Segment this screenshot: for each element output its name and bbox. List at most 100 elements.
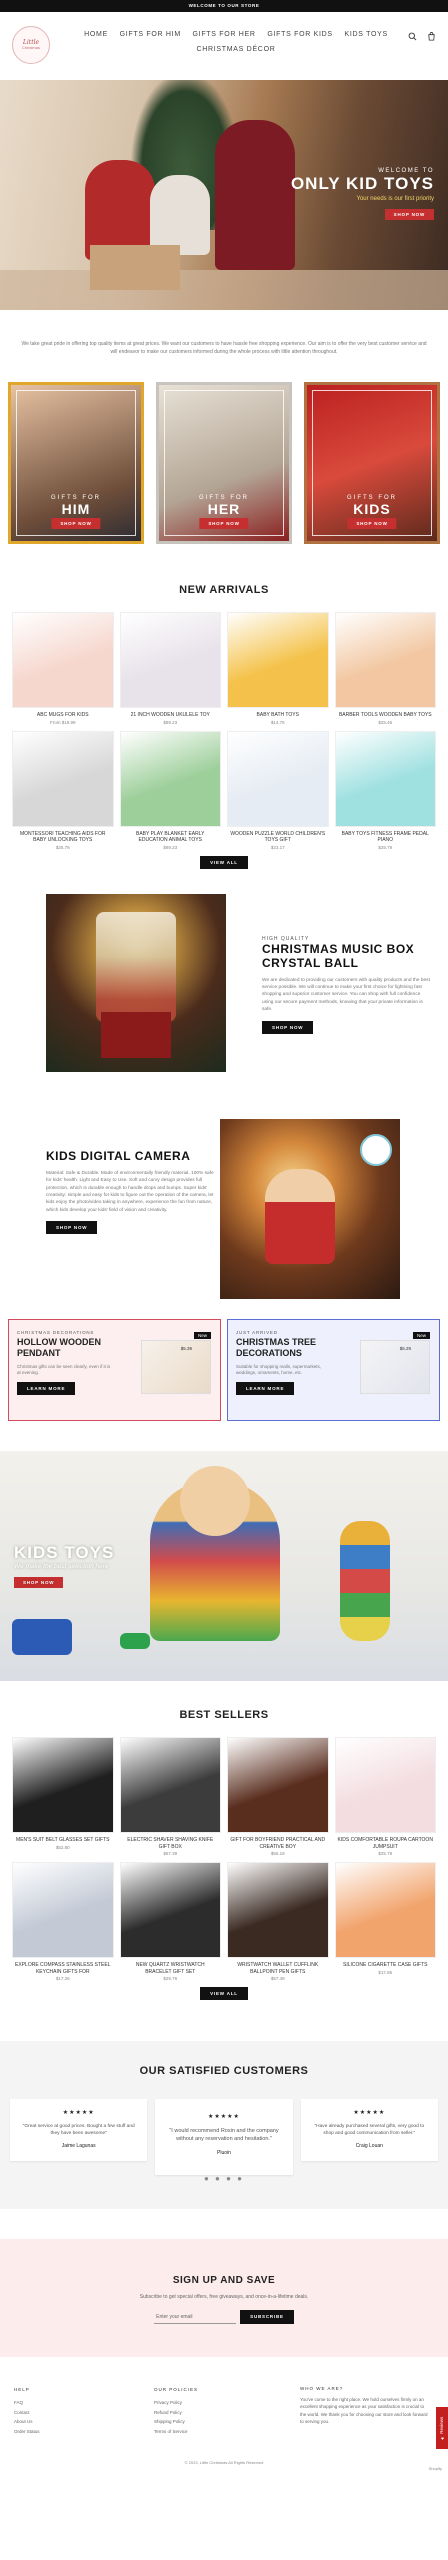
product-card[interactable]: GIFT FOR BOYFRIEND PRACTICAL AND CREATIV…	[227, 1737, 329, 1856]
product-image[interactable]	[119, 612, 221, 708]
product-card[interactable]: MEN'S SUIT BELT GLASSES SET GIFTS $52.80	[12, 1737, 114, 1856]
footer-link-contact[interactable]: Contact	[14, 2408, 154, 2417]
product-image[interactable]	[12, 730, 114, 827]
gift-her-shop-button[interactable]: SHOP NOW	[199, 518, 249, 529]
product-image[interactable]	[334, 612, 436, 708]
nav-gifts-kids[interactable]: GIFTS FOR KIDS	[267, 31, 332, 38]
product-name[interactable]: NEW QUARTZ WRISTWATCH BRACELET GIFT SET	[120, 1962, 222, 1975]
camera-feature: KIDS DIGITAL CAMERA Material: Safe & Dur…	[0, 1119, 448, 1319]
product-image[interactable]	[12, 1862, 114, 1958]
product-card[interactable]: NEW QUARTZ WRISTWATCH BRACELET GIFT SET $…	[119, 1862, 222, 1981]
product-card[interactable]: MONTESSORI TEACHING AIDS FOR BABY UNLOCK…	[12, 730, 114, 850]
product-name[interactable]: GIFT FOR BOYFRIEND PRACTICAL AND CREATIV…	[227, 1837, 329, 1850]
nav-gifts-her[interactable]: GIFTS FOR HER	[193, 31, 256, 38]
product-name[interactable]: MONTESSORI TEACHING AIDS FOR BABY UNLOCK…	[12, 831, 114, 844]
footer-about-title: WHO WE ARE?	[300, 2386, 344, 2391]
email-input[interactable]	[154, 2310, 237, 2324]
footer-link-privacy[interactable]: Privacy Policy	[154, 2398, 300, 2407]
hero-shop-now-button[interactable]: SHOP NOW	[384, 209, 434, 220]
product-price: $67.39	[163, 1851, 178, 1856]
footer-link-about[interactable]: About Us	[14, 2417, 154, 2426]
product-image[interactable]	[227, 1862, 329, 1958]
gift-him-shop-button[interactable]: SHOP NOW	[51, 518, 101, 529]
product-name[interactable]: WRISTWATCH WALLET CUFFLINK BALLPOINT PEN…	[227, 1962, 329, 1975]
gift-categories: GIFTS FOR HIM SHOP NOW GIFTS FOR HER SHO…	[0, 382, 448, 544]
footer-link-order-status[interactable]: Order Status	[14, 2427, 154, 2436]
hero-mother-image	[215, 120, 295, 270]
product-image[interactable]	[227, 1737, 329, 1833]
product-name[interactable]: ELECTRIC SHAVER SHAVING KNIFE GIFT BOX	[120, 1837, 222, 1850]
product-name[interactable]: WOODEN PUZZLE WORLD CHILDREN'S TOYS GIFT	[227, 831, 329, 844]
nav-kids-toys[interactable]: KIDS TOYS	[344, 31, 387, 38]
product-card[interactable]: BABY BATH TOYS $14.76	[227, 612, 329, 725]
product-image[interactable]	[334, 1737, 436, 1833]
footer-link-shipping[interactable]: Shipping Policy	[154, 2417, 300, 2426]
footer-link-terms[interactable]: Terms of Service	[154, 2427, 300, 2436]
rating-stars: ★★★★★	[62, 2110, 95, 2116]
product-card[interactable]: BABY PLAY BLANKET EARLY EDUCATION ANIMAL…	[119, 730, 222, 850]
product-image[interactable]	[12, 1737, 114, 1833]
subscribe-button[interactable]: SUBSCRIBE	[240, 2310, 294, 2324]
camera-product-circle	[360, 1134, 392, 1166]
product-name[interactable]: 21 INCH WOODEN UKULELE TOY	[120, 712, 222, 719]
product-card[interactable]: EXPLORE COMPASS STAINLESS STEEL KEYCHAIN…	[12, 1862, 114, 1981]
product-name[interactable]: ABC MUGS FOR KIDS	[12, 712, 114, 719]
product-card[interactable]: ELECTRIC SHAVER SHAVING KNIFE GIFT BOX $6…	[119, 1737, 222, 1856]
product-name[interactable]: BARBER TOOLS WOODEN BABY TOYS	[335, 712, 437, 719]
footer-link-faq[interactable]: FAQ	[14, 2398, 154, 2407]
pendant-image	[141, 1340, 211, 1394]
product-card[interactable]: BABY TOYS FITNESS FRAME PEDAL PIANO $25.7…	[334, 730, 437, 850]
nav-gifts-him[interactable]: GIFTS FOR HIM	[120, 31, 181, 38]
product-card[interactable]: ABC MUGS FOR KIDS From $19.99	[12, 612, 114, 725]
promo-cards: CHRISTMAS DECORATIONS HOLLOW WOODEN PEND…	[0, 1319, 448, 1421]
best-sellers-view-all-button[interactable]: VIEW ALL	[200, 1987, 248, 2000]
product-card[interactable]: WRISTWATCH WALLET CUFFLINK BALLPOINT PEN…	[227, 1862, 329, 1981]
product-image[interactable]	[12, 612, 114, 708]
new-arrivals-section: NEW ARRIVALS ABC MUGS FOR KIDS From $19.9…	[0, 544, 448, 879]
product-image[interactable]	[227, 730, 329, 827]
music-box-shop-button[interactable]: SHOP NOW	[262, 1020, 314, 1034]
nav-home[interactable]: HOME	[84, 31, 108, 38]
shopify-badge[interactable]: Shopify	[429, 2466, 442, 2471]
gift-kids-shop-button[interactable]: SHOP NOW	[347, 518, 397, 529]
product-name[interactable]: SILICONE CIGARETTE CASE GIFTS	[335, 1962, 437, 1969]
product-image[interactable]	[334, 730, 436, 827]
gift-card-her[interactable]: GIFTS FOR HER SHOP NOW	[156, 382, 292, 544]
product-card[interactable]: KIDS COMFORTABLE ROUPA CARTOON JUMPSUIT $…	[334, 1737, 437, 1856]
store-logo[interactable]: Little Christmas	[12, 26, 50, 64]
toys-banner-title: KIDS TOYS	[14, 1543, 115, 1562]
product-card[interactable]: 21 INCH WOODEN UKULELE TOY $89.23	[119, 612, 222, 725]
product-name[interactable]: BABY BATH TOYS	[227, 712, 329, 719]
toys-banner-shop-button[interactable]: SHOP NOW	[14, 1577, 64, 1588]
search-icon[interactable]	[408, 32, 417, 43]
music-box-image	[46, 894, 226, 1072]
product-card[interactable]: SILICONE CIGARETTE CASE GIFTS $17.86	[334, 1862, 437, 1981]
product-price: $89.23	[163, 844, 178, 850]
product-price: $52.80	[55, 1844, 70, 1850]
product-image[interactable]	[227, 612, 329, 708]
product-name[interactable]: EXPLORE COMPASS STAINLESS STEEL KEYCHAIN…	[12, 1962, 114, 1975]
camera-shop-button[interactable]: SHOP NOW	[46, 1221, 98, 1235]
carousel-dots[interactable]: ● ● ● ●	[0, 2174, 448, 2183]
cart-icon[interactable]	[427, 32, 436, 43]
product-image[interactable]	[119, 730, 221, 827]
product-name[interactable]: KIDS COMFORTABLE ROUPA CARTOON JUMPSUIT	[335, 1837, 437, 1850]
gift-card-him[interactable]: GIFTS FOR HIM SHOP NOW	[8, 382, 144, 544]
product-name[interactable]: MEN'S SUIT BELT GLASSES SET GIFTS	[12, 1837, 114, 1844]
music-box-feature: HIGH QUALITY CHRISTMAS MUSIC BOX CRYSTAL…	[0, 894, 448, 1119]
reviews-tab[interactable]: ★ Reviews	[436, 2407, 448, 2449]
footer-link-refund[interactable]: Refund Policy	[154, 2408, 300, 2417]
new-arrivals-view-all-button[interactable]: VIEW ALL	[200, 855, 248, 869]
nav-christmas-decor[interactable]: CHRISTMAS DÉCOR	[197, 46, 276, 53]
gift-card-kids[interactable]: GIFTS FOR KIDS SHOP NOW	[304, 382, 440, 544]
promo-pendant-learn-more-button[interactable]: LEARN MORE	[17, 1382, 76, 1396]
product-image[interactable]	[119, 1862, 221, 1958]
product-name[interactable]: BABY TOYS FITNESS FRAME PEDAL PIANO	[335, 831, 437, 844]
footer-policies-column: OUR POLICIES Privacy Policy Refund Polic…	[154, 2385, 300, 2436]
product-card[interactable]: BARBER TOOLS WOODEN BABY TOYS $25.46	[334, 612, 437, 725]
product-image[interactable]	[334, 1862, 436, 1958]
product-name[interactable]: BABY PLAY BLANKET EARLY EDUCATION ANIMAL…	[120, 831, 222, 844]
product-card[interactable]: WOODEN PUZZLE WORLD CHILDREN'S TOYS GIFT…	[227, 730, 329, 850]
product-image[interactable]	[119, 1737, 221, 1833]
promo-tree-learn-more-button[interactable]: LEARN MORE	[236, 1382, 295, 1396]
